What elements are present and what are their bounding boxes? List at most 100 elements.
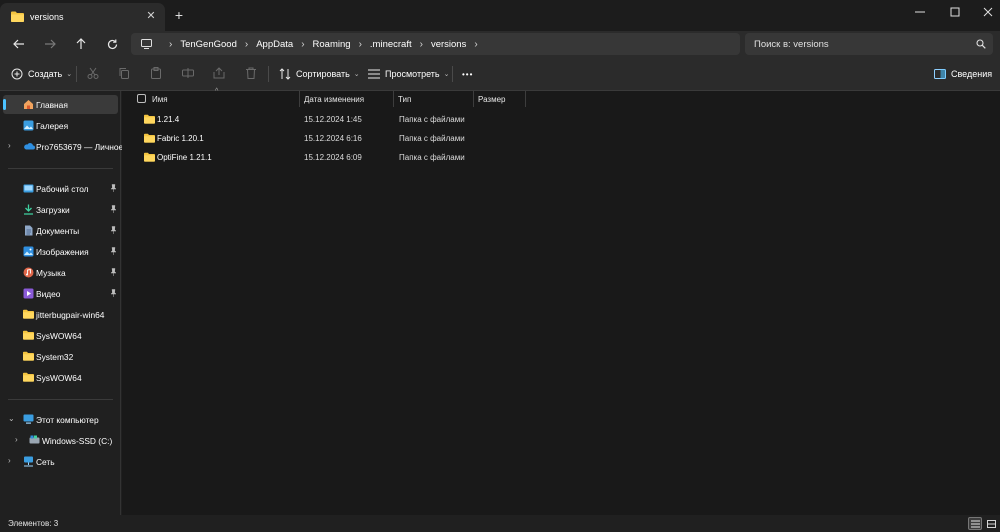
desktop-icon [23,183,34,194]
rename-icon[interactable] [182,67,196,81]
paste-icon[interactable] [150,67,164,81]
sidebar-item-gallery[interactable]: Галерея [0,116,121,135]
sidebar-item-windows-ssd[interactable]: › Windows-SSD (C:) [0,431,121,450]
create-button[interactable]: Создать ⌄ [11,66,72,82]
close-tab-icon[interactable]: ✕ [145,10,157,22]
folder-icon [144,133,155,143]
column-divider[interactable] [525,91,526,107]
chevron-right-icon[interactable]: › [8,141,11,150]
chevron-right-icon[interactable]: › [474,39,477,50]
tab-title: versions [30,12,64,22]
refresh-icon [107,39,118,50]
file-type: Папка с файлами [399,153,465,162]
select-all-checkbox[interactable] [137,94,146,103]
sort-ascending-icon: ^ [215,88,219,95]
column-divider[interactable] [393,91,394,107]
sidebar-item-desktop[interactable]: Рабочий стол [0,179,121,198]
chevron-right-icon[interactable]: › [420,39,423,50]
breadcrumb-item[interactable]: TenGenGood [180,39,237,50]
chevron-down-icon: ⌄ [66,71,73,78]
back-button[interactable] [10,36,28,52]
minimize-button[interactable] [900,3,940,21]
folder-icon [23,351,34,362]
sidebar-item-onedrive[interactable]: › Pro7653679 — Личное [0,137,123,156]
sidebar-item-music[interactable]: Музыка [0,263,121,282]
chevron-right-icon[interactable]: › [301,39,304,50]
tab-versions[interactable]: versions ✕ [0,3,165,31]
breadcrumb-item[interactable]: AppData [256,39,293,50]
sidebar-item-downloads[interactable]: Загрузки [0,200,121,219]
delete-icon[interactable] [245,67,259,81]
forward-button[interactable] [41,36,59,52]
tiles-view-button[interactable] [984,517,998,530]
pin-icon[interactable] [110,247,117,255]
view-lines-icon [368,69,380,79]
pin-icon[interactable] [110,268,117,276]
close-window-button[interactable] [968,3,1000,21]
sidebar-item-this-pc[interactable]: ⌄ Этот компьютер [0,410,121,429]
copy-icon[interactable] [118,67,132,81]
file-date: 15.12.2024 1:45 [304,115,362,124]
sidebar-item-label: Галерея [36,121,69,131]
search-icon [976,39,986,49]
table-row[interactable]: Fabric 1.20.1 15.12.2024 6:16 Папка с фа… [122,129,1000,148]
title-bar: versions ✕ + [0,0,1000,31]
column-name-header[interactable]: Имя [152,95,168,104]
sort-label: Сортировать [296,69,350,79]
view-button[interactable]: Просмотреть ⌄ [368,66,450,82]
column-headers: ^ Имя Дата изменения Тип Размер [122,88,1000,107]
divider [76,66,77,82]
details-pane-button[interactable]: Сведения [934,66,992,82]
column-type-header[interactable]: Тип [398,95,411,104]
pin-icon[interactable] [110,205,117,213]
cut-icon[interactable] [87,67,101,81]
sort-button[interactable]: Сортировать ⌄ [279,66,360,82]
column-date-header[interactable]: Дата изменения [304,95,364,104]
folder-icon [144,114,155,124]
search-placeholder: Поиск в: versions [754,39,829,50]
sidebar-item-jitterbugpair[interactable]: jitterbugpair-win64 [0,305,121,324]
column-divider[interactable] [299,91,300,107]
new-tab-button[interactable]: + [172,8,186,22]
pin-icon[interactable] [110,289,117,297]
drive-icon [29,435,40,446]
search-input[interactable]: Поиск в: versions [745,33,993,55]
address-bar[interactable]: › TenGenGood › AppData › Roaming › .mine… [131,33,740,55]
sidebar-item-documents[interactable]: Документы [0,221,121,240]
chevron-right-icon[interactable]: › [169,39,172,50]
details-view-button[interactable] [968,517,982,530]
chevron-right-icon[interactable]: › [359,39,362,50]
chevron-down-icon[interactable]: ⌄ [8,414,15,423]
sidebar-item-syswow64-2[interactable]: SysWOW64 [0,368,121,387]
column-size-header[interactable]: Размер [478,95,506,104]
sidebar-item-syswow64[interactable]: SysWOW64 [0,326,121,345]
breadcrumb: › TenGenGood › AppData › Roaming › .mine… [161,33,486,55]
up-button[interactable] [72,36,90,52]
sidebar-item-system32[interactable]: System32 [0,347,121,366]
breadcrumb-item[interactable]: Roaming [313,39,351,50]
sidebar-item-network[interactable]: › Сеть [0,452,121,471]
sidebar-item-pictures[interactable]: Изображения [0,242,121,261]
pin-icon[interactable] [110,184,117,192]
chevron-right-icon[interactable]: › [15,435,18,444]
refresh-button[interactable] [103,36,121,52]
chevron-right-icon[interactable]: › [8,456,11,465]
table-row[interactable]: 1.21.4 15.12.2024 1:45 Папка с файлами [122,110,1000,129]
divider [452,66,453,82]
share-icon[interactable] [213,67,227,81]
sidebar-item-videos[interactable]: Видео [0,284,121,303]
sidebar-item-home[interactable]: Главная [3,95,118,114]
selection-indicator [3,99,6,110]
pin-icon[interactable] [110,226,117,234]
column-divider[interactable] [473,91,474,107]
chevron-right-icon[interactable]: › [245,39,248,50]
breadcrumb-item[interactable]: versions [431,39,466,50]
file-name: Fabric 1.20.1 [157,134,204,143]
sidebar-item-label: Главная [36,100,68,110]
more-options-button[interactable]: ••• [462,66,473,82]
minimize-icon [915,7,925,17]
breadcrumb-item[interactable]: .minecraft [370,39,412,50]
onedrive-icon [23,142,35,153]
table-row[interactable]: OptiFine 1.21.1 15.12.2024 6:09 Папка с … [122,148,1000,167]
gallery-icon [23,120,34,131]
